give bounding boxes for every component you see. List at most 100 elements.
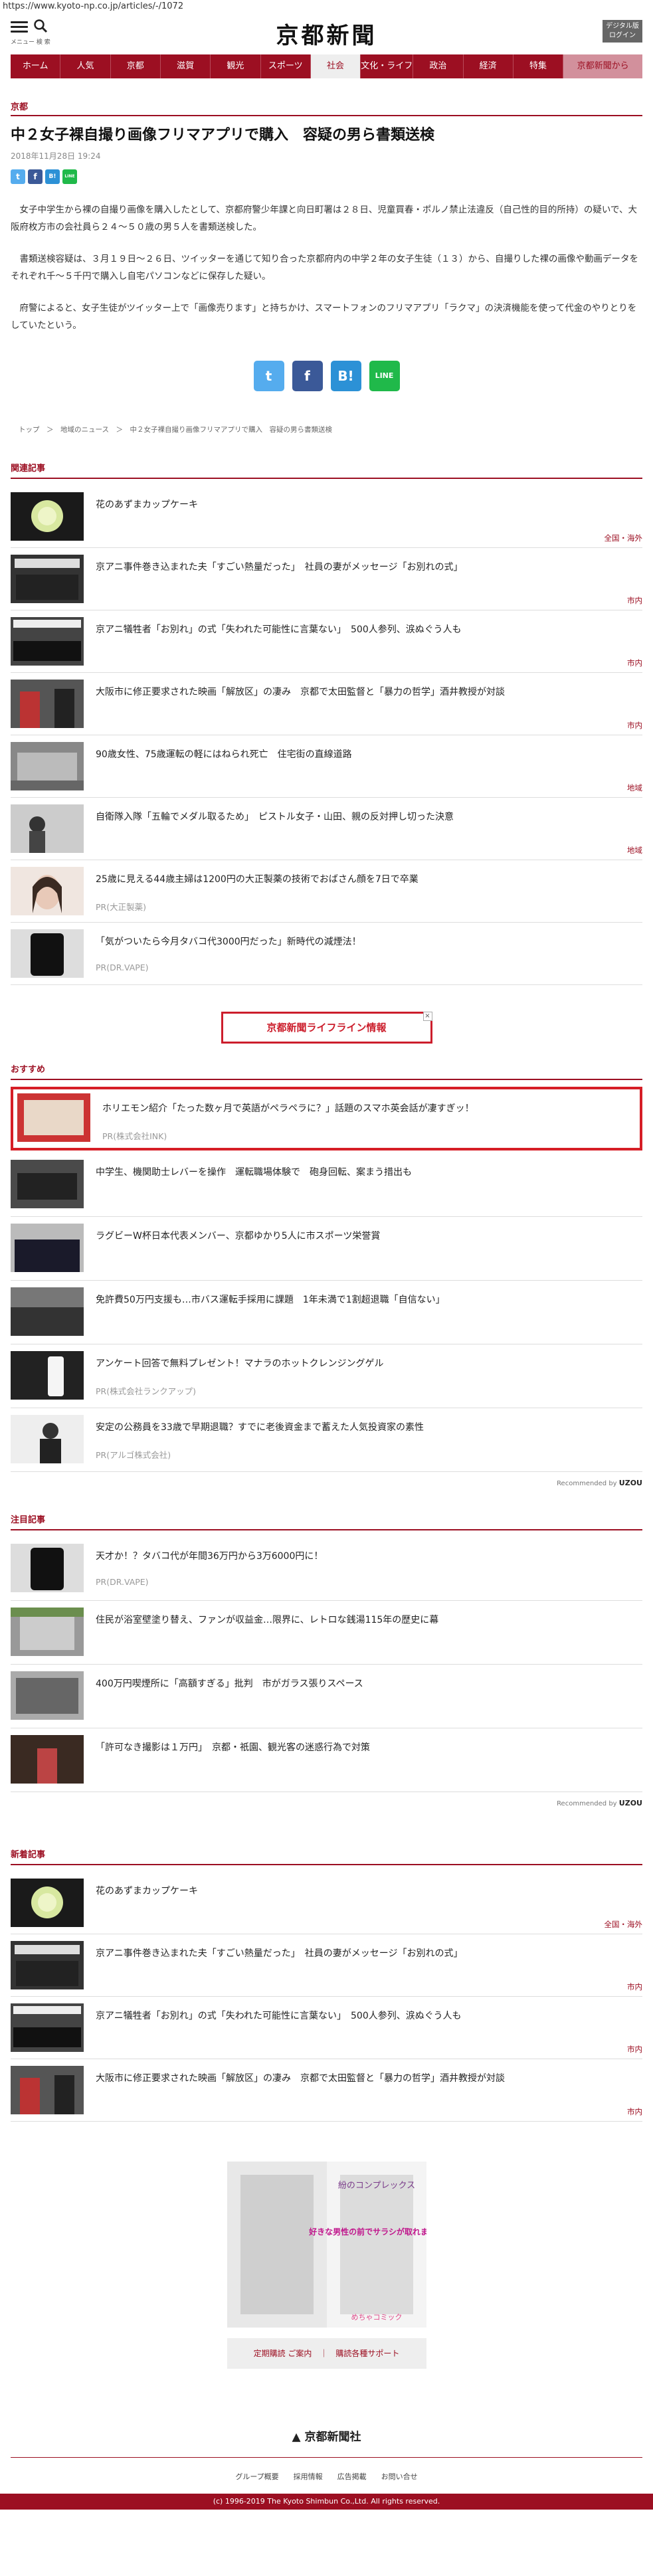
list-item-title[interactable]: ラグビーW杯日本代表メンバー、京都ゆかり5人に市スポーツ栄誉賞 — [96, 1230, 636, 1243]
list-item[interactable]: 京アニ犠牲者「お別れ」の式「失われた可能性に言葉ない」 500人参列、涙ぬぐう人… — [11, 610, 642, 673]
nav-from-kyoto-np[interactable]: 京都新聞から — [563, 54, 643, 78]
list-item[interactable]: 天才か！？タバコ代が年間36万円から3万6000円に！ PR(DR.VAPE) — [11, 1537, 642, 1601]
list-item[interactable]: 90歳女性、75歳運転の軽にはねられ死亡 住宅街の直線道路地域 — [11, 735, 642, 798]
list-item-title[interactable]: ホリエモン紹介「たった数ヶ月で英語がペラペラに？」話題のスマホ英会話が凄すぎッ！ — [102, 1103, 633, 1116]
list-item-title[interactable]: 25歳に見える44歳主婦は1200円の大正製薬の技術でおばさん顔を7日で卒業 — [96, 874, 636, 887]
list-item[interactable]: 免許費50万円支援も…市バス運転手採用に課題 1年未満で1割超退職「自信ない」 — [11, 1281, 642, 1344]
list-item-title[interactable]: 京アニ事件巻き込まれた夫「すごい熱量だった」 社員の妻がメッセージ「お別れの式」 — [96, 561, 636, 575]
list-item-tag[interactable]: 地域 — [627, 845, 642, 856]
list-item[interactable]: 住民が浴室壁塗り替え、ファンが収益金…限界に、レトロな銭湯115年の歴史に幕 — [11, 1601, 642, 1665]
list-item[interactable]: 自衛隊入隊「五輪でメダル取るため」 ピストル女子・山田、親の反対押し切った決意地… — [11, 798, 642, 860]
facebook-share-icon[interactable]: f — [28, 169, 43, 184]
list-item-pr[interactable]: PR(大正製薬) — [96, 900, 146, 913]
list-item[interactable]: 京アニ事件巻き込まれた夫「すごい熱量だった」 社員の妻がメッセージ「お別れの式」… — [11, 548, 642, 610]
recommended-by[interactable]: Recommended by UZOU — [11, 1799, 642, 1807]
nav-society[interactable]: 社会 — [310, 54, 361, 78]
list-item[interactable]: ホリエモン紹介「たった数ヶ月で英語がペラペラに？」話題のスマホ英会話が凄すぎッ！… — [11, 1086, 642, 1150]
nav-features[interactable]: 特集 — [513, 54, 564, 78]
list-item-title[interactable]: アンケート回答で無料プレゼント！マナラのホットクレンジングゲル — [96, 1358, 636, 1371]
list-item-title[interactable]: 大阪市に修正要求された映画「解放区」の凄み 京都で太田監督と「暴力の哲学」酒井教… — [96, 686, 636, 699]
nav-home[interactable]: ホーム — [11, 54, 61, 78]
lifeline-banner[interactable]: 京都新聞ライフライン情報 × — [221, 1011, 432, 1044]
list-item[interactable]: 中学生、機関助士レバーを操作 運転職場体験で 砲身回転、案まう措出も — [11, 1153, 642, 1217]
list-item-title[interactable]: 安定の公務員を33歳で早期退職？すでに老後資金まで蓄えた人気投資家の素性 — [96, 1422, 636, 1435]
list-item-pr[interactable]: PR(株式会社INK) — [102, 1129, 167, 1142]
list-item[interactable]: 「気がついたら今月タバコ代3000円だった」新時代の減煙法！ PR(DR.VAPE… — [11, 923, 642, 985]
list-item-tag[interactable]: 市内 — [627, 595, 642, 606]
list-item[interactable]: 京アニ犠牲者「お別れ」の式「失われた可能性に言葉ない」 500人参列、涙ぬぐう人… — [11, 1997, 642, 2059]
nav-politics[interactable]: 政治 — [413, 54, 464, 78]
thumbnail-image — [11, 616, 84, 666]
manga-ad[interactable]: 紛のコンプレックス 好きな男性の前でサラシが取れました めちゃコミック — [227, 2161, 426, 2328]
line-share-icon[interactable]: LINE — [369, 360, 400, 391]
list-item-title[interactable]: 「許可なき撮影は１万円」 京都・祇園、観光客の迷惑行為で対策 — [96, 1742, 636, 1755]
site-logo[interactable]: 京都新聞 — [276, 17, 377, 50]
nav-kyoto[interactable]: 京都 — [111, 54, 161, 78]
list-item[interactable]: 花のあずまカップケーキ全国・海外 — [11, 486, 642, 548]
list-item-tag[interactable]: 市内 — [627, 2106, 642, 2117]
banner-label[interactable]: 京都新聞ライフライン情報 — [266, 1022, 386, 1034]
nav-culture[interactable]: 文化・ライフ — [361, 54, 414, 78]
list-item-pr[interactable]: PR(アルゴ株式会社) — [96, 1448, 171, 1461]
list-item[interactable]: 京アニ事件巻き込まれた夫「すごい熱量だった」 社員の妻がメッセージ「お別れの式」… — [11, 1934, 642, 1997]
twitter-share-icon[interactable]: t — [11, 169, 25, 184]
nav-sports[interactable]: スポーツ — [261, 54, 311, 78]
hamburger-menu-icon[interactable] — [11, 21, 28, 35]
list-item-tag[interactable]: 市内 — [627, 720, 642, 731]
article-date: 2018年11月28日 19:24 — [11, 151, 101, 161]
close-icon[interactable]: × — [422, 1011, 432, 1021]
list-item[interactable]: 400万円喫煙所に「高額すぎる」批判 市がガラス張りスペース — [11, 1665, 642, 1728]
article-category[interactable]: 京都 — [11, 100, 642, 116]
breadcrumb[interactable]: トップ ＞ 地域のニュース ＞ 中２女子裸自撮り画像フリマアプリで購入 容疑の男… — [11, 424, 642, 434]
list-item-tag[interactable]: 市内 — [627, 2044, 642, 2055]
list-item[interactable]: 25歳に見える44歳主婦は1200円の大正製薬の技術でおばさん顔を7日で卒業 PR… — [11, 860, 642, 923]
list-item-title[interactable]: 400万円喫煙所に「高額すぎる」批判 市がガラス張りスペース — [96, 1678, 636, 1691]
footer-logo[interactable]: ▲ 京都新聞社 — [11, 2427, 642, 2444]
list-item[interactable]: 大阪市に修正要求された映画「解放区」の凄み 京都で太田監督と「暴力の哲学」酒井教… — [11, 2059, 642, 2122]
list-item-title[interactable]: 京アニ犠牲者「お別れ」の式「失われた可能性に言葉ない」 500人参列、涙ぬぐう人… — [96, 2010, 636, 2023]
list-item-tag[interactable]: 全国・海外 — [605, 1919, 643, 1930]
list-item-title[interactable]: 花のあずまカップケーキ — [96, 499, 636, 512]
list-item-title[interactable]: 天才か！？タバコ代が年間36万円から3万6000円に！ — [96, 1550, 636, 1564]
list-item[interactable]: 花のあずまカップケーキ全国・海外 — [11, 1872, 642, 1934]
list-item-tag[interactable]: 全国・海外 — [605, 533, 643, 543]
twitter-share-icon[interactable]: t — [253, 360, 284, 391]
url-bar[interactable]: https://www.kyoto-np.co.jp/articles/-/10… — [0, 0, 653, 15]
hatena-share-icon[interactable]: B! — [330, 360, 361, 391]
search-icon[interactable] — [33, 19, 48, 33]
list-item[interactable]: 「許可なき撮影は１万円」 京都・祇園、観光客の迷惑行為で対策 — [11, 1728, 642, 1792]
list-item-title[interactable]: 京アニ事件巻き込まれた夫「すごい熱量だった」 社員の妻がメッセージ「お別れの式」 — [96, 1948, 636, 1961]
list-item-title[interactable]: 免許費50万円支援も…市バス運転手採用に課題 1年未満で1割超退職「自信ない」 — [96, 1294, 636, 1307]
list-item-title[interactable]: 中学生、機関助士レバーを操作 運転職場体験で 砲身回転、案まう措出も — [96, 1166, 636, 1180]
list-item-pr[interactable]: PR(DR.VAPE) — [96, 963, 149, 972]
list-item-title[interactable]: 大阪市に修正要求された映画「解放区」の凄み 京都で太田監督と「暴力の哲学」酒井教… — [96, 2072, 636, 2086]
list-item-title[interactable]: 住民が浴室壁塗り替え、ファンが収益金…限界に、レトロな銭湯115年の歴史に幕 — [96, 1614, 636, 1627]
list-item-title[interactable]: 「気がついたら今月タバコ代3000円だった」新時代の減煙法！ — [96, 936, 636, 949]
line-share-icon[interactable]: LINE — [62, 169, 77, 184]
uzou-logo[interactable]: UZOU — [619, 1479, 642, 1487]
list-item[interactable]: アンケート回答で無料プレゼント！マナラのホットクレンジングゲル PR(株式会社ラン… — [11, 1344, 642, 1408]
subscription-links[interactable]: 定期購読 ご案内 ｜ 購読各種サポート — [227, 2338, 426, 2369]
nav-shiga[interactable]: 滋賀 — [161, 54, 211, 78]
list-item-tag[interactable]: 市内 — [627, 1981, 642, 1992]
digital-login-button[interactable]: デジタル版 ログイン — [603, 20, 642, 43]
list-item[interactable]: 安定の公務員を33歳で早期退職？すでに老後資金まで蓄えた人気投資家の素性 PR(ア… — [11, 1408, 642, 1472]
nav-popular[interactable]: 人気 — [60, 54, 111, 78]
recommended-by[interactable]: Recommended by UZOU — [11, 1479, 642, 1487]
list-item-title[interactable]: 90歳女性、75歳運転の軽にはねられ死亡 住宅街の直線道路 — [96, 749, 636, 762]
list-item-title[interactable]: 京アニ犠牲者「お別れ」の式「失われた可能性に言葉ない」 500人参列、涙ぬぐう人… — [96, 624, 636, 637]
footer-links[interactable]: グループ概要 採用情報 広告掲載 お問い合せ — [11, 2456, 642, 2482]
list-item-title[interactable]: 自衛隊入隊「五輪でメダル取るため」 ピストル女子・山田、親の反対押し切った決意 — [96, 811, 636, 824]
nav-tourism[interactable]: 観光 — [211, 54, 261, 78]
list-item-tag[interactable]: 市内 — [627, 658, 642, 668]
list-item[interactable]: 大阪市に修正要求された映画「解放区」の凄み 京都で太田監督と「暴力の哲学」酒井教… — [11, 673, 642, 735]
nav-economy[interactable]: 経済 — [464, 54, 513, 78]
uzou-logo[interactable]: UZOU — [619, 1799, 642, 1807]
list-item-tag[interactable]: 地域 — [627, 782, 642, 793]
list-item-pr[interactable]: PR(DR.VAPE) — [96, 1577, 149, 1587]
list-item[interactable]: ラグビーW杯日本代表メンバー、京都ゆかり5人に市スポーツ栄誉賞 — [11, 1217, 642, 1281]
list-item-pr[interactable]: PR(株式会社ランクアップ) — [96, 1384, 196, 1397]
list-item-title[interactable]: 花のあずまカップケーキ — [96, 1885, 636, 1898]
facebook-share-icon[interactable]: f — [292, 360, 323, 391]
hatena-share-icon[interactable]: B! — [45, 169, 60, 184]
